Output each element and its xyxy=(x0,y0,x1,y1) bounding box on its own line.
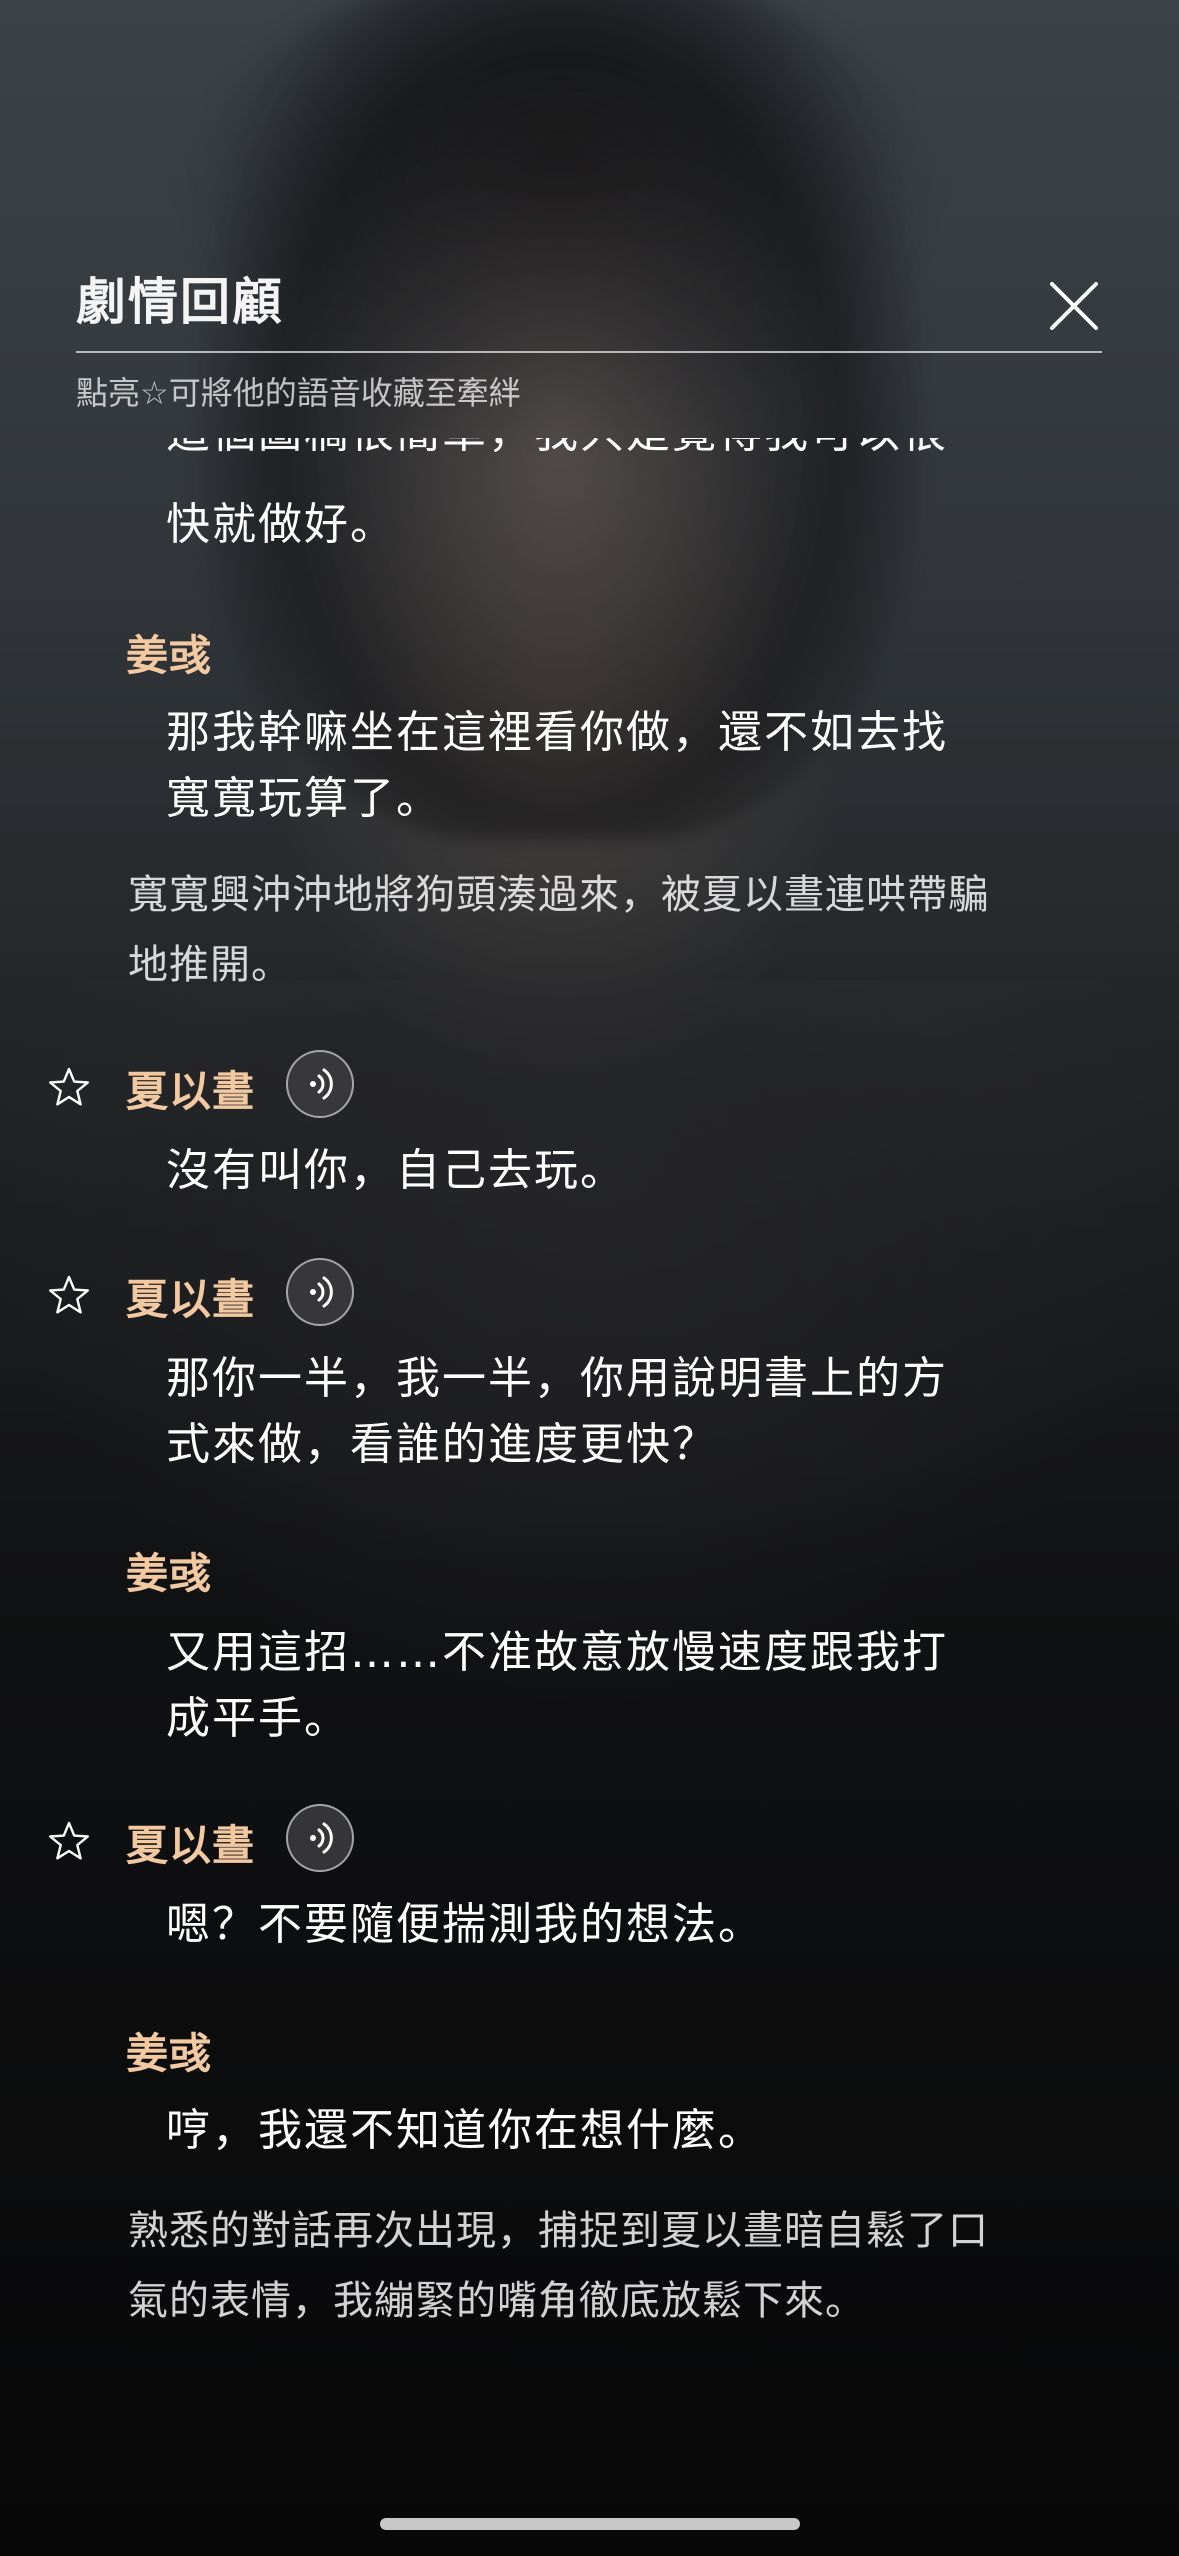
narration-text: 寬寬興沖沖地將狗頭湊過來，被夏以晝連哄帶騙 xyxy=(128,872,989,918)
voice-play-icon xyxy=(310,1068,333,1100)
narration-text: 地推開。 xyxy=(128,942,292,988)
narration-text: 氣的表情，我繃緊的嘴角徹底放鬆下來。 xyxy=(128,2278,866,2324)
dialogue-text: 又用這招……不准故意放慢速度跟我打 xyxy=(166,1627,948,1678)
speaker-name: 姜彧 xyxy=(126,2029,213,2078)
narration-text: 熟悉的對話再次出現，捕捉到夏以晝暗自鬆了口 xyxy=(128,2208,989,2254)
speaker-name: 夏以晝 xyxy=(126,1067,256,1116)
star-outline-icon xyxy=(49,1821,89,1860)
dialogue-text: 成平手。 xyxy=(166,1693,350,1744)
favorite-voice-button[interactable] xyxy=(48,1820,90,1862)
voice-play-icon xyxy=(310,1822,333,1854)
star-outline-icon xyxy=(49,1067,89,1106)
favorite-voice-button[interactable] xyxy=(48,1066,90,1108)
partial-dialogue-line-cut: 這個圖稿很簡單，我只是覺得我可以很 xyxy=(166,438,1046,478)
speaker-name: 姜彧 xyxy=(126,631,213,680)
speaker-name: 姜彧 xyxy=(126,1549,213,1598)
dialogue-entry: 夏以晝 xyxy=(0,1050,1179,1118)
dialogue-log[interactable]: 這個圖稿很簡單，我只是覺得我可以很 快就做好。 姜彧 那我幹嘛坐在這裡看你做，還… xyxy=(0,0,1179,2556)
star-outline-icon xyxy=(49,1275,89,1314)
dialogue-text: 式來做，看誰的進度更快？ xyxy=(166,1419,718,1470)
dialogue-entry: 姜彧 xyxy=(0,616,1179,682)
voice-play-button[interactable] xyxy=(286,1050,354,1118)
dialogue-text: 那我幹嘛坐在這裡看你做，還不如去找 xyxy=(166,707,948,758)
dialogue-text: 沒有叫你，自己去玩。 xyxy=(166,1145,626,1196)
voice-play-button[interactable] xyxy=(286,1258,354,1326)
dialogue-entry: 夏以晝 xyxy=(0,1804,1179,1872)
dialogue-text: 寬寬玩算了。 xyxy=(166,773,442,824)
dialogue-text: 嗯？不要隨便揣測我的想法。 xyxy=(166,1899,764,1950)
dialogue-text: 快就做好。 xyxy=(166,499,396,550)
dialogue-text: 哼，我還不知道你在想什麼。 xyxy=(166,2105,764,2156)
dialogue-entry: 姜彧 xyxy=(0,1534,1179,1600)
voice-play-icon xyxy=(310,1276,333,1308)
favorite-voice-button[interactable] xyxy=(48,1274,90,1316)
voice-play-button[interactable] xyxy=(286,1804,354,1872)
dialogue-entry: 姜彧 xyxy=(0,2014,1179,2080)
dialogue-entry: 夏以晝 xyxy=(0,1258,1179,1326)
dialogue-text: 那你一半，我一半，你用說明書上的方 xyxy=(166,1353,948,1404)
home-indicator[interactable] xyxy=(380,2518,800,2530)
speaker-name: 夏以晝 xyxy=(126,1821,256,1870)
speaker-name: 夏以晝 xyxy=(126,1275,256,1324)
